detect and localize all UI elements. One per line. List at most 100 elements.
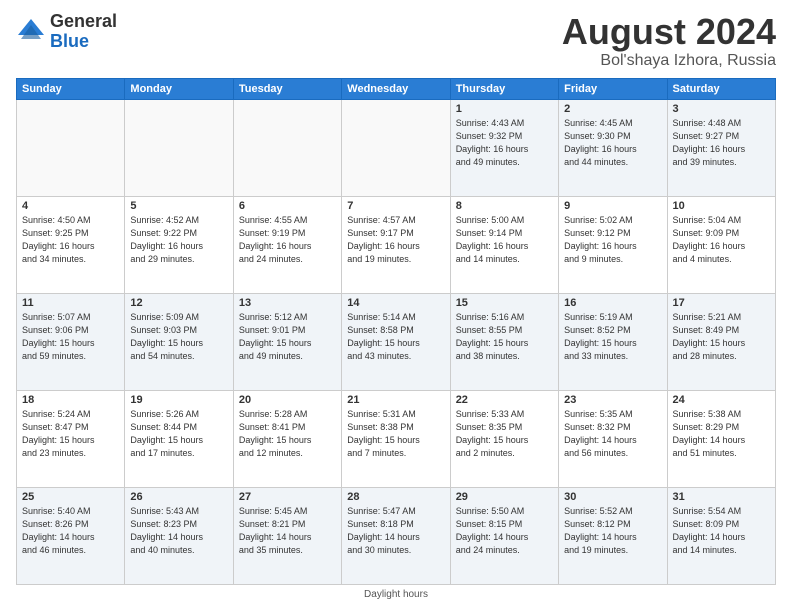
day-cell xyxy=(125,99,233,196)
day-info: Sunrise: 5:00 AM Sunset: 9:14 PM Dayligh… xyxy=(456,214,553,266)
day-cell xyxy=(17,99,125,196)
week-row-2: 4 Sunrise: 4:50 AM Sunset: 9:25 PM Daylig… xyxy=(17,196,776,293)
day-info: Sunrise: 5:02 AM Sunset: 9:12 PM Dayligh… xyxy=(564,214,661,266)
day-number: 20 xyxy=(239,394,336,406)
col-header-saturday: Saturday xyxy=(667,78,775,99)
calendar-header-row: SundayMondayTuesdayWednesdayThursdayFrid… xyxy=(17,78,776,99)
col-header-monday: Monday xyxy=(125,78,233,99)
day-info: Sunrise: 5:12 AM Sunset: 9:01 PM Dayligh… xyxy=(239,311,336,363)
day-cell: 14 Sunrise: 5:14 AM Sunset: 8:58 PM Dayli… xyxy=(342,293,450,390)
day-info: Sunrise: 4:45 AM Sunset: 9:30 PM Dayligh… xyxy=(564,117,661,169)
col-header-thursday: Thursday xyxy=(450,78,558,99)
day-cell: 28 Sunrise: 5:47 AM Sunset: 8:18 PM Dayli… xyxy=(342,487,450,584)
day-cell: 19Sunrise: 5:26 AM Sunset: 8:44 PM Dayli… xyxy=(125,390,233,487)
day-number: 22 xyxy=(456,394,553,406)
logo-icon xyxy=(16,17,46,47)
day-info: Sunrise: 5:33 AM Sunset: 8:35 PM Dayligh… xyxy=(456,408,553,460)
col-header-wednesday: Wednesday xyxy=(342,78,450,99)
day-info: Sunrise: 5:52 AM Sunset: 8:12 PM Dayligh… xyxy=(564,505,661,557)
calendar: SundayMondayTuesdayWednesdayThursdayFrid… xyxy=(16,78,776,585)
day-cell: 11 Sunrise: 5:07 AM Sunset: 9:06 PM Dayli… xyxy=(17,293,125,390)
col-header-sunday: Sunday xyxy=(17,78,125,99)
col-header-friday: Friday xyxy=(559,78,667,99)
day-cell: 24Sunrise: 5:38 AM Sunset: 8:29 PM Dayli… xyxy=(667,390,775,487)
day-number: 4 xyxy=(22,200,119,212)
day-info: Sunrise: 5:54 AM Sunset: 8:09 PM Dayligh… xyxy=(673,505,770,557)
header: General Blue August 2024 Bol'shaya Izhor… xyxy=(16,12,776,70)
day-number: 14 xyxy=(347,297,444,309)
title-area: August 2024 Bol'shaya Izhora, Russia xyxy=(562,12,776,70)
day-cell: 5Sunrise: 4:52 AM Sunset: 9:22 PM Daylig… xyxy=(125,196,233,293)
day-info: Sunrise: 4:55 AM Sunset: 9:19 PM Dayligh… xyxy=(239,214,336,266)
location: Bol'shaya Izhora, Russia xyxy=(562,52,776,70)
week-row-4: 18 Sunrise: 5:24 AM Sunset: 8:47 PM Dayli… xyxy=(17,390,776,487)
day-info: Sunrise: 5:24 AM Sunset: 8:47 PM Dayligh… xyxy=(22,408,119,460)
day-number: 5 xyxy=(130,200,227,212)
day-number: 16 xyxy=(564,297,661,309)
day-number: 11 xyxy=(22,297,119,309)
day-number: 29 xyxy=(456,491,553,503)
day-info: Sunrise: 5:38 AM Sunset: 8:29 PM Dayligh… xyxy=(673,408,770,460)
day-number: 18 xyxy=(22,394,119,406)
day-number: 12 xyxy=(130,297,227,309)
day-info: Sunrise: 5:47 AM Sunset: 8:18 PM Dayligh… xyxy=(347,505,444,557)
day-cell: 27 Sunrise: 5:45 AM Sunset: 8:21 PM Dayli… xyxy=(233,487,341,584)
day-info: Sunrise: 5:31 AM Sunset: 8:38 PM Dayligh… xyxy=(347,408,444,460)
day-info: Sunrise: 5:09 AM Sunset: 9:03 PM Dayligh… xyxy=(130,311,227,363)
day-info: Sunrise: 5:07 AM Sunset: 9:06 PM Dayligh… xyxy=(22,311,119,363)
day-number: 23 xyxy=(564,394,661,406)
day-number: 25 xyxy=(22,491,119,503)
day-cell: 23 Sunrise: 5:35 AM Sunset: 8:32 PM Dayli… xyxy=(559,390,667,487)
day-number: 30 xyxy=(564,491,661,503)
day-number: 1 xyxy=(456,103,553,115)
day-cell: 13 Sunrise: 5:12 AM Sunset: 9:01 PM Dayli… xyxy=(233,293,341,390)
day-info: Sunrise: 4:48 AM Sunset: 9:27 PM Dayligh… xyxy=(673,117,770,169)
day-number: 13 xyxy=(239,297,336,309)
day-cell: 12 Sunrise: 5:09 AM Sunset: 9:03 PM Dayli… xyxy=(125,293,233,390)
day-cell: 21 Sunrise: 5:31 AM Sunset: 8:38 PM Dayli… xyxy=(342,390,450,487)
day-cell: 10 Sunrise: 5:04 AM Sunset: 9:09 PM Dayli… xyxy=(667,196,775,293)
day-info: Sunrise: 4:43 AM Sunset: 9:32 PM Dayligh… xyxy=(456,117,553,169)
day-cell: 4 Sunrise: 4:50 AM Sunset: 9:25 PM Daylig… xyxy=(17,196,125,293)
day-number: 10 xyxy=(673,200,770,212)
day-number: 19 xyxy=(130,394,227,406)
day-cell: 30 Sunrise: 5:52 AM Sunset: 8:12 PM Dayli… xyxy=(559,487,667,584)
day-cell: 1 Sunrise: 4:43 AM Sunset: 9:32 PM Daylig… xyxy=(450,99,558,196)
day-cell: 6Sunrise: 4:55 AM Sunset: 9:19 PM Daylig… xyxy=(233,196,341,293)
day-cell: 18 Sunrise: 5:24 AM Sunset: 8:47 PM Dayli… xyxy=(17,390,125,487)
day-cell xyxy=(342,99,450,196)
logo-text: General Blue xyxy=(50,12,117,52)
day-number: 27 xyxy=(239,491,336,503)
day-number: 17 xyxy=(673,297,770,309)
day-info: Sunrise: 5:35 AM Sunset: 8:32 PM Dayligh… xyxy=(564,408,661,460)
day-info: Sunrise: 5:14 AM Sunset: 8:58 PM Dayligh… xyxy=(347,311,444,363)
day-info: Sunrise: 5:16 AM Sunset: 8:55 PM Dayligh… xyxy=(456,311,553,363)
day-number: 7 xyxy=(347,200,444,212)
day-number: 2 xyxy=(564,103,661,115)
day-info: Sunrise: 5:21 AM Sunset: 8:49 PM Dayligh… xyxy=(673,311,770,363)
day-number: 8 xyxy=(456,200,553,212)
logo-blue: Blue xyxy=(50,32,117,52)
day-number: 21 xyxy=(347,394,444,406)
week-row-5: 25 Sunrise: 5:40 AM Sunset: 8:26 PM Dayli… xyxy=(17,487,776,584)
day-cell: 29Sunrise: 5:50 AM Sunset: 8:15 PM Dayli… xyxy=(450,487,558,584)
day-info: Sunrise: 5:40 AM Sunset: 8:26 PM Dayligh… xyxy=(22,505,119,557)
month-title: August 2024 xyxy=(562,12,776,52)
day-info: Sunrise: 5:45 AM Sunset: 8:21 PM Dayligh… xyxy=(239,505,336,557)
day-number: 28 xyxy=(347,491,444,503)
day-cell: 3Sunrise: 4:48 AM Sunset: 9:27 PM Daylig… xyxy=(667,99,775,196)
day-cell: 15Sunrise: 5:16 AM Sunset: 8:55 PM Dayli… xyxy=(450,293,558,390)
logo: General Blue xyxy=(16,12,117,52)
col-header-tuesday: Tuesday xyxy=(233,78,341,99)
day-info: Sunrise: 4:50 AM Sunset: 9:25 PM Dayligh… xyxy=(22,214,119,266)
day-info: Sunrise: 5:04 AM Sunset: 9:09 PM Dayligh… xyxy=(673,214,770,266)
day-number: 26 xyxy=(130,491,227,503)
footer-note: Daylight hours xyxy=(16,589,776,600)
day-cell: 2 Sunrise: 4:45 AM Sunset: 9:30 PM Daylig… xyxy=(559,99,667,196)
day-number: 9 xyxy=(564,200,661,212)
day-cell xyxy=(233,99,341,196)
day-cell: 9 Sunrise: 5:02 AM Sunset: 9:12 PM Daylig… xyxy=(559,196,667,293)
day-cell: 26Sunrise: 5:43 AM Sunset: 8:23 PM Dayli… xyxy=(125,487,233,584)
day-cell: 25 Sunrise: 5:40 AM Sunset: 8:26 PM Dayli… xyxy=(17,487,125,584)
logo-general: General xyxy=(50,12,117,32)
